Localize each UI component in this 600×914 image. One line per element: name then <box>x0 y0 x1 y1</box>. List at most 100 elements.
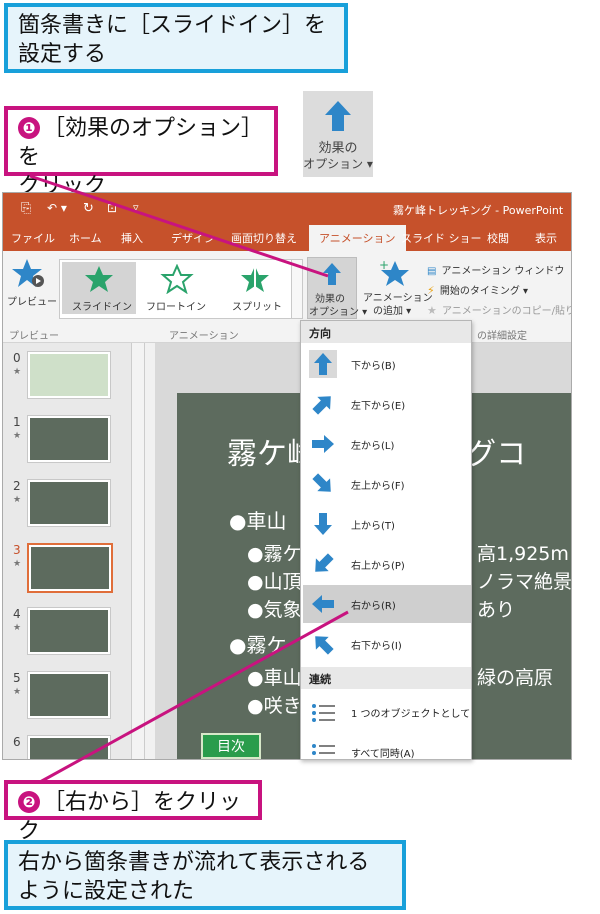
title-bar: ⎘ ↶ ▾ ↻ ⊡ ▿ 霧ケ峰トレッキング - PowerPoint <box>3 193 571 225</box>
undo-icon[interactable]: ↶ ▾ <box>47 201 67 215</box>
slide-in-star-icon <box>85 266 113 292</box>
animation-gallery: スライドイン フロートイン スプリット <box>59 259 303 319</box>
gallery-item-slide-in[interactable]: スライドイン <box>62 262 136 314</box>
tab-transitions[interactable]: 画面切り替え <box>231 230 297 246</box>
menu-item-label: 1 つのオブジェクトとして(N) <box>351 709 471 720</box>
slide-star-icon: ★ <box>13 431 22 441</box>
slide-star-icon: ★ <box>13 559 22 569</box>
slide-bullet: ノラマ絶景 <box>477 571 572 593</box>
preview-star-icon <box>12 259 44 287</box>
slide-number: 6 <box>13 735 21 749</box>
slide-bullet: ●車山 <box>247 667 302 689</box>
heading-line-2: 設定する <box>18 42 107 67</box>
slide-bullet: 緑の高原 <box>477 667 554 689</box>
slide-thumbnail[interactable] <box>27 415 111 463</box>
menu-item-label: 右下から(I) <box>351 641 402 652</box>
menu-item-from-left[interactable]: 左から(L) <box>303 425 471 463</box>
tab-insert[interactable]: 挿入 <box>121 230 143 246</box>
tab-slideshow[interactable]: スライド ショー <box>401 230 482 246</box>
arrow-up-left-icon <box>315 636 334 655</box>
menu-item-from-bottom-left[interactable]: 左下から(E) <box>303 385 471 423</box>
start-timing-command[interactable]: ⚡ 開始のタイミング ▾ <box>427 279 528 298</box>
result-line-2: ように設定された <box>18 879 195 904</box>
menu-item-from-bottom[interactable]: 下から(B) <box>303 345 471 383</box>
slide-bullet: ●気象 <box>247 599 302 621</box>
split-star-icon <box>241 266 269 292</box>
heading-line-1: 箇条書きに［スライドイン］を <box>18 13 327 38</box>
slide-toc-button[interactable]: 目次 <box>201 733 261 759</box>
tab-view[interactable]: 表示 <box>535 230 557 246</box>
menu-item-from-bottom-right[interactable]: 右下から(I) <box>303 625 471 663</box>
slide-thumbnail[interactable] <box>27 735 111 759</box>
save-icon[interactable]: ⎘ <box>21 201 31 216</box>
preview-label: プレビュー <box>7 297 57 308</box>
slide-star-icon: ★ <box>13 623 22 633</box>
animation-window-icon: ▤ <box>427 266 437 277</box>
copy-animation-command[interactable]: ★ アニメーションのコピー/貼り付け <box>427 299 571 318</box>
effect-options-button[interactable]: 効果の オプション ▾ <box>307 257 367 319</box>
menu-item-from-top[interactable]: 上から(T) <box>303 505 471 543</box>
slide-number: 2 <box>13 479 21 493</box>
arrow-up-right-icon <box>312 396 331 415</box>
painter-star-icon: ★ <box>427 304 437 317</box>
direction-section-header: 方向 <box>301 321 471 343</box>
tab-review[interactable]: 校閲 <box>487 230 509 246</box>
step2-number-icon: ❷ <box>18 791 40 813</box>
menu-item-as-one-object[interactable]: 1 つのオブジェクトとして(N) <box>303 693 471 731</box>
menu-item-from-right[interactable]: 右から(R) <box>303 585 471 623</box>
step1-callout: ❶ ［効果のオプション］を クリック <box>4 106 278 199</box>
slide-thumbnail[interactable] <box>27 351 111 399</box>
advanced-group-label: の詳細設定 <box>477 331 527 342</box>
redo-icon[interactable]: ↻ <box>83 201 94 216</box>
zoom-label-1: 効果の <box>318 141 358 156</box>
slides-pane-scrollbar[interactable] <box>131 343 144 759</box>
add-animation-button[interactable]: + アニメーション の追加 ▾ <box>363 257 433 319</box>
powerpoint-window: ⎘ ↶ ▾ ↻ ⊡ ▿ 霧ケ峰トレッキング - PowerPoint ファイル … <box>2 192 572 760</box>
slides-pane: 0 ★ 1 ★ 2 ★ 3 ★ 4 ★ 5 ★ 6 <box>3 343 145 759</box>
slide-bullet: ●霧ケ <box>229 633 287 657</box>
effect-options-menu: 方向 下から(B) 左下から(E) 左から(L) 左上から(F) 上から(T) <box>300 320 472 760</box>
tab-animations[interactable]: アニメーション <box>309 225 406 251</box>
slide-number: 4 <box>13 607 21 621</box>
effect-options-label-2: オプション ▾ <box>309 307 368 318</box>
preview-button[interactable]: プレビュー <box>7 255 57 315</box>
result-callout: 右から箇条書きが流れて表示される ように設定された <box>4 840 406 910</box>
effect-options-arrow-icon <box>323 263 341 285</box>
list-lines-icon <box>312 744 335 755</box>
gallery-item-float-in[interactable]: フロートイン <box>140 262 214 314</box>
lightning-icon: ⚡ <box>427 284 435 297</box>
slide-thumbnail-selected[interactable] <box>27 543 113 593</box>
float-in-star-icon <box>160 264 194 294</box>
step1-line-1: ［効果のオプション］を <box>18 116 264 170</box>
zoom-label-2: オプション ▾ <box>303 157 373 171</box>
slide-number: 0 <box>13 351 21 365</box>
menu-item-label: 左から(L) <box>351 441 395 452</box>
menu-item-all-at-once[interactable]: すべて同時(A) <box>303 733 471 759</box>
present-icon[interactable]: ⊡ <box>107 201 117 215</box>
animation-window-label: アニメーション ウィンドウ <box>441 266 565 277</box>
slide-star-icon: ★ <box>13 495 22 505</box>
window-title: 霧ケ峰トレッキング - PowerPoint <box>393 204 564 217</box>
copy-animation-label: アニメーションのコピー/貼り付け <box>441 306 571 317</box>
customize-qat-icon[interactable]: ▿ <box>133 201 139 214</box>
arrow-up-icon <box>309 350 337 378</box>
animation-group-label: アニメーション <box>169 331 239 342</box>
slide-thumbnail[interactable] <box>27 479 111 527</box>
tab-design[interactable]: デザイン <box>171 230 215 246</box>
ribbon-tabs: ファイル ホーム 挿入 デザイン 画面切り替え アニメーション スライド ショー… <box>3 225 571 251</box>
tab-home[interactable]: ホーム <box>69 230 102 246</box>
menu-item-label: 左上から(F) <box>351 481 405 492</box>
slide-thumbnail[interactable] <box>27 671 111 719</box>
animation-window-command[interactable]: ▤ アニメーション ウィンドウ <box>427 259 564 278</box>
slide-number: 5 <box>13 671 21 685</box>
menu-item-from-top-left[interactable]: 左上から(F) <box>303 465 471 503</box>
gallery-scrollbar[interactable] <box>291 260 302 318</box>
menu-item-from-top-right[interactable]: 右上から(P) <box>303 545 471 583</box>
add-animation-star-icon: + <box>379 258 409 286</box>
slide-bullet: ●山頂 <box>247 571 302 593</box>
slide-thumbnail[interactable] <box>27 607 111 655</box>
gallery-item-split[interactable]: スプリット <box>218 262 292 314</box>
slide-bullet: ●咲き <box>247 695 302 717</box>
tab-file[interactable]: ファイル <box>11 230 55 246</box>
slide-number: 1 <box>13 415 21 429</box>
